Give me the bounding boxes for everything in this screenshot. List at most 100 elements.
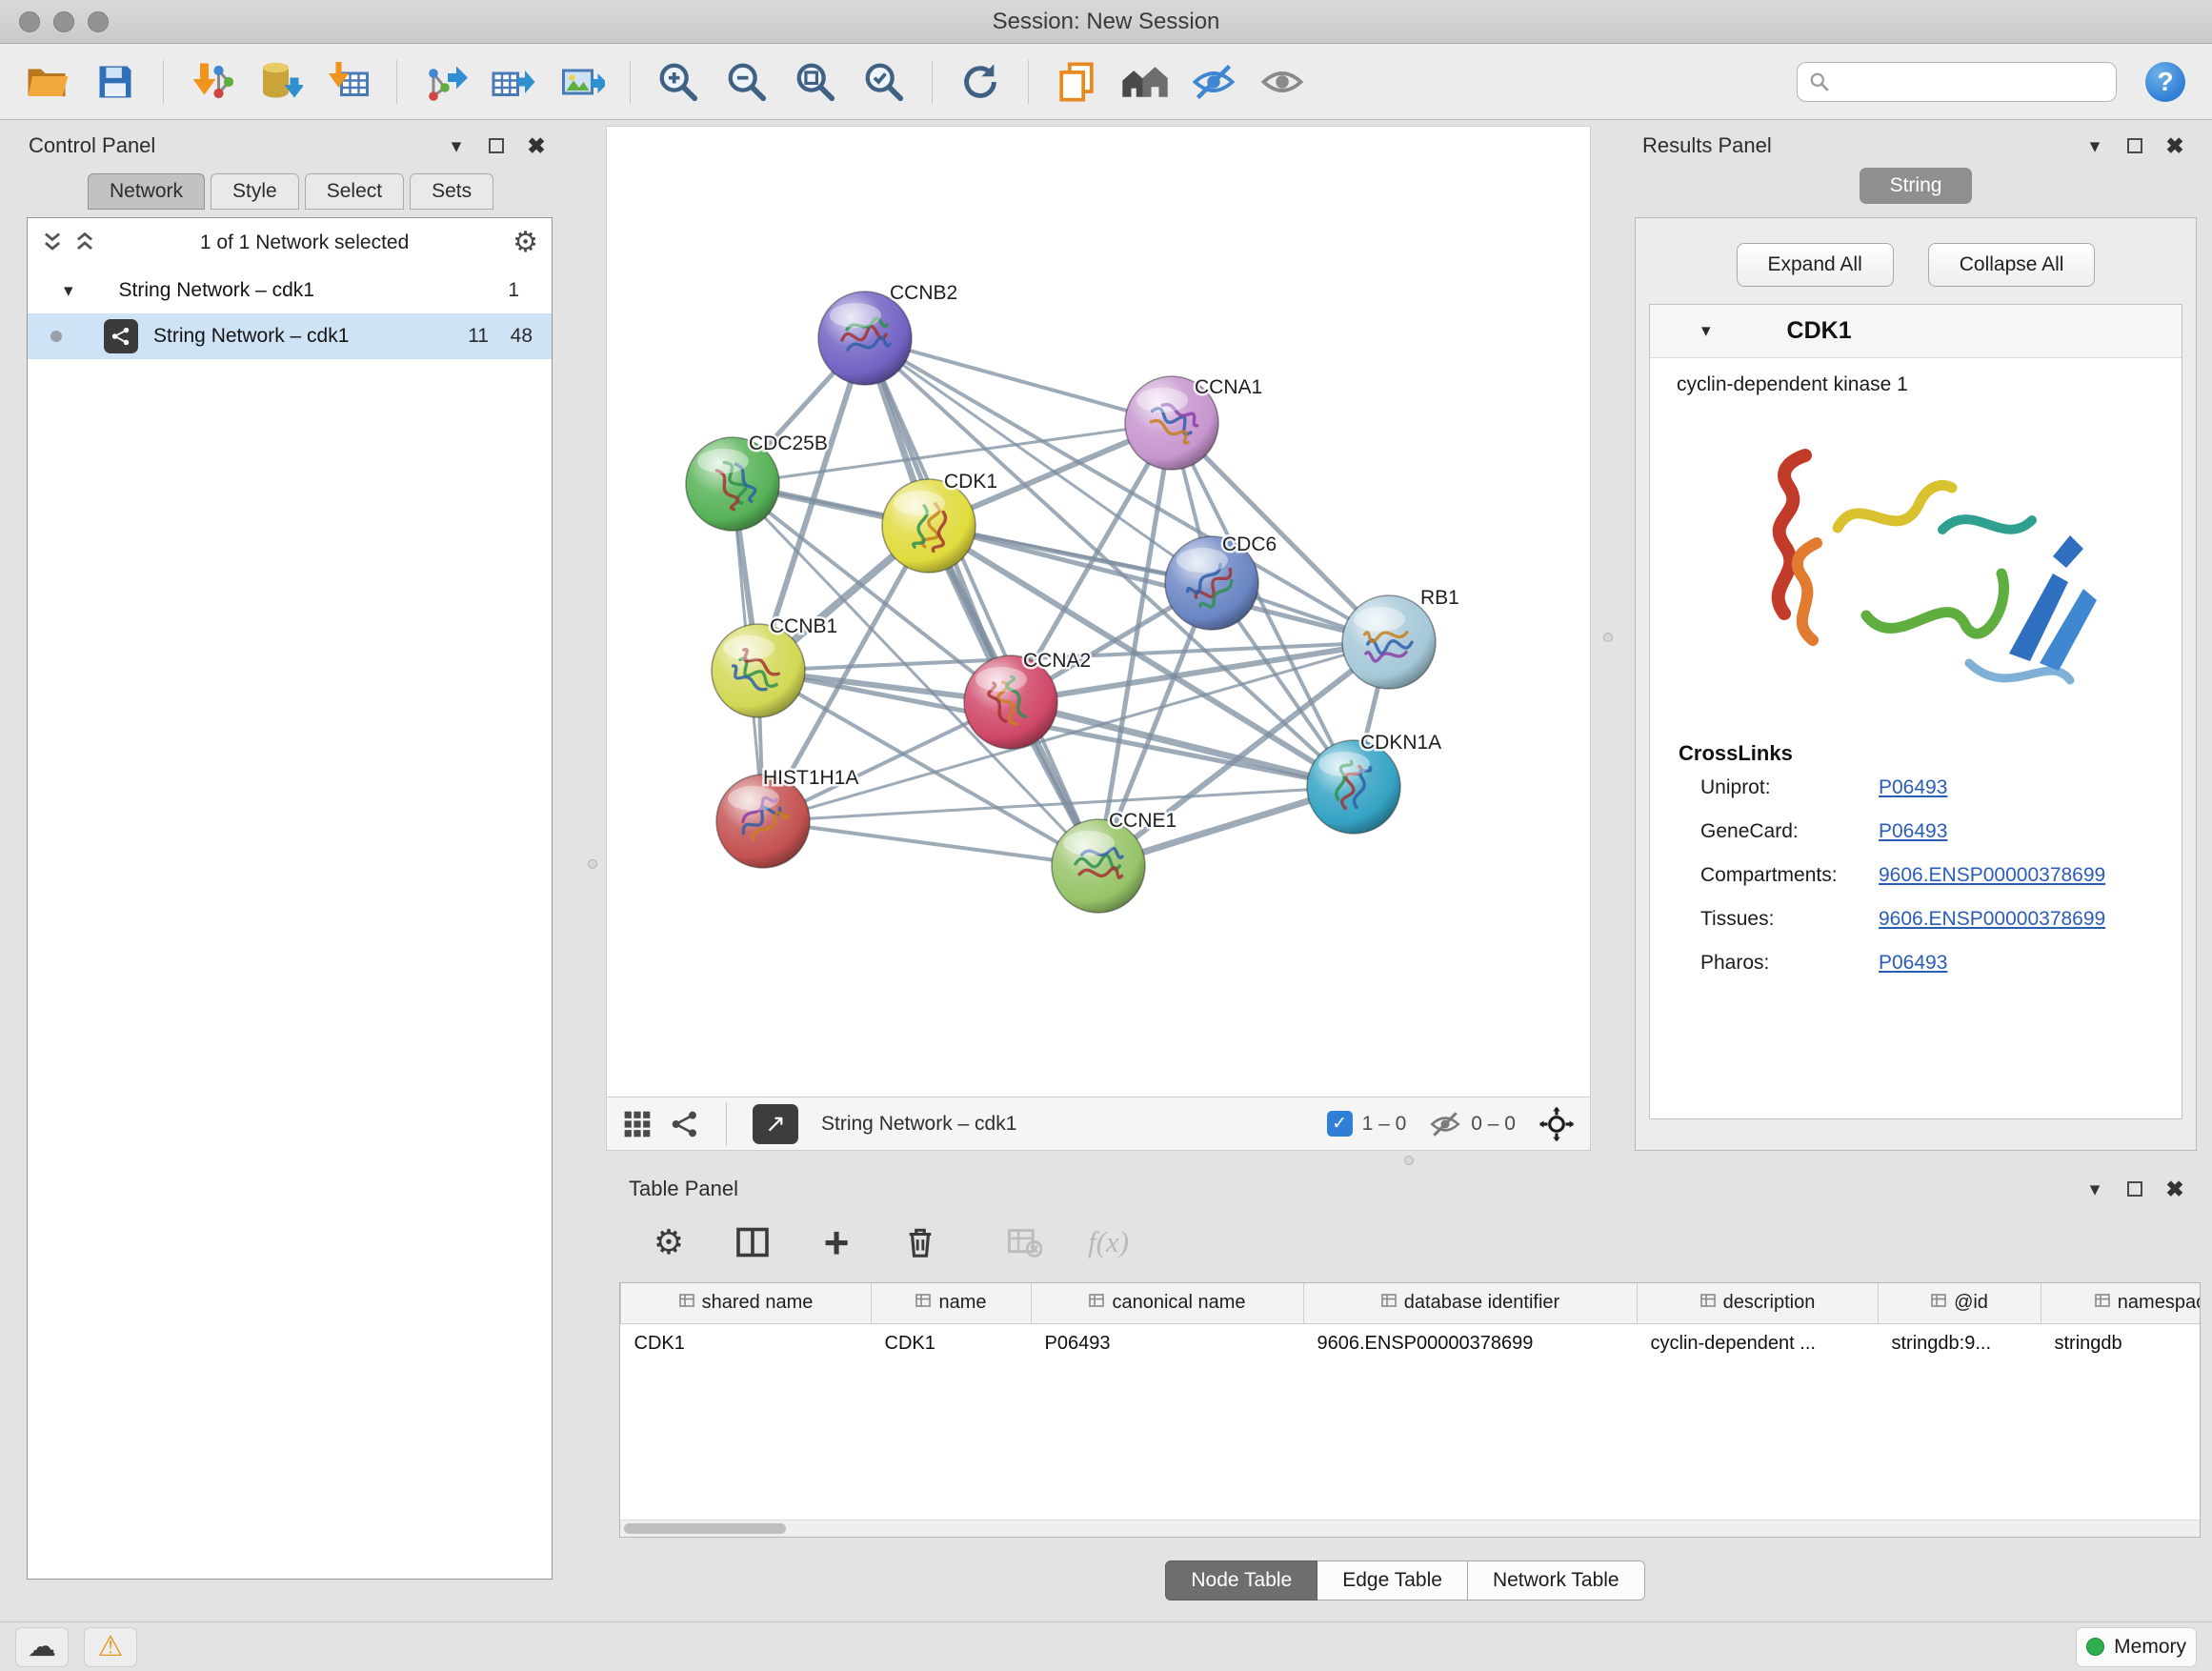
table-panel-menu-button[interactable]: ▾ (2081, 1175, 2109, 1203)
tab-sets[interactable]: Sets (410, 173, 493, 210)
export-view-button[interactable]: ↗ (753, 1104, 798, 1144)
results-panel-menu-button[interactable]: ▾ (2081, 131, 2109, 160)
tab-style[interactable]: Style (211, 173, 299, 210)
table-cell[interactable]: stringdb (2041, 1323, 2202, 1363)
collapse-all-icon[interactable] (41, 231, 64, 255)
import-network-database-button[interactable] (251, 52, 310, 111)
table-hscrollbar[interactable] (620, 1520, 2200, 1537)
import-network-file-button[interactable] (182, 52, 241, 111)
table-cell[interactable]: stringdb:9... (1879, 1323, 2041, 1363)
splitter-grip[interactable] (1404, 1156, 1414, 1165)
table-settings-button[interactable]: ⚙ (648, 1221, 690, 1263)
section-collapse-button[interactable]: ▾ (1701, 320, 1711, 342)
tab-network[interactable]: Network (88, 173, 205, 210)
save-session-button[interactable] (86, 52, 145, 111)
zoom-in-button[interactable] (649, 52, 708, 111)
table-panel-header: Table Panel ▾ ✖ (606, 1169, 2204, 1209)
table-cell[interactable]: CDK1 (872, 1323, 1032, 1363)
expand-all-icon[interactable] (73, 231, 96, 255)
show-graphics-button[interactable] (1253, 52, 1312, 111)
collapse-all-button[interactable]: Collapse All (1928, 243, 2096, 287)
tab-node-table[interactable]: Node Table (1165, 1560, 1317, 1601)
network-edge-CCNE1-HIST1H1A[interactable] (763, 821, 1098, 866)
center-view-crosshair-icon[interactable] (1538, 1106, 1575, 1142)
column-header-shared-name[interactable]: shared name (621, 1283, 872, 1323)
documents-icon (1055, 60, 1098, 104)
export-network-button[interactable] (415, 52, 474, 111)
table-cell[interactable]: cyclin-dependent ... (1638, 1323, 1879, 1363)
apply-layout-button[interactable] (951, 52, 1010, 111)
crosslink-tissues[interactable]: 9606.ENSP00000378699 (1879, 908, 2105, 931)
network-canvas[interactable]: CCNB2CCNA1CDC25BCDK1CDC6RB1CCNB1CCNA2CDK… (607, 127, 1590, 1097)
clear-table-button[interactable] (1004, 1221, 1046, 1263)
results-panel-float-button[interactable] (2121, 131, 2149, 160)
network-options-button[interactable]: ⚙ (513, 229, 538, 257)
results-panel-close-button[interactable]: ✖ (2161, 131, 2189, 160)
table-cell[interactable]: CDK1 (621, 1323, 872, 1363)
tab-select[interactable]: Select (305, 173, 404, 210)
selected-checkbox-icon[interactable]: ✓ (1327, 1111, 1353, 1137)
network-edge-CDK1-RB1[interactable] (929, 526, 1389, 642)
column-header--id[interactable]: @id (1879, 1283, 2041, 1323)
memory-button[interactable]: Memory (2076, 1627, 2197, 1667)
crosslink-genecard[interactable]: P06493 (1879, 820, 1947, 843)
string-home-button[interactable] (1116, 52, 1175, 111)
warnings-button[interactable]: ⚠ (84, 1627, 137, 1667)
table-row[interactable]: CDK1CDK1P064939606.ENSP00000378699cyclin… (621, 1323, 2202, 1363)
minimize-window-button[interactable] (53, 11, 74, 32)
network-node-CCNE1[interactable] (1052, 819, 1145, 913)
zoom-out-button[interactable] (717, 52, 776, 111)
control-panel-close-button[interactable]: ✖ (522, 131, 551, 160)
network-row[interactable]: String Network – cdk1 11 48 (28, 313, 552, 359)
help-button[interactable]: ? (2145, 62, 2185, 102)
zoom-fit-button[interactable] (786, 52, 845, 111)
crosslink-compartments[interactable]: 9606.ENSP00000378699 (1879, 864, 2105, 887)
results-panel-header: Results Panel ▾ ✖ (1627, 126, 2204, 166)
toggle-columns-button[interactable] (732, 1221, 774, 1263)
crosslink-uniprot[interactable]: P06493 (1879, 776, 1947, 799)
column-header-database-identifier[interactable]: database identifier (1304, 1283, 1638, 1323)
collection-row[interactable]: ▾ String Network – cdk1 1 (28, 268, 552, 313)
disclosure-triangle-icon[interactable]: ▾ (64, 280, 73, 302)
network-node-CCNB1[interactable] (712, 624, 805, 717)
table-panel-close-button[interactable]: ✖ (2161, 1175, 2189, 1203)
search-input[interactable] (1838, 70, 2104, 92)
export-image-button[interactable] (553, 52, 612, 111)
network-node-CDKN1A[interactable] (1307, 740, 1400, 834)
cloud-sync-button[interactable]: ☁ (15, 1627, 69, 1667)
column-header-name[interactable]: name (872, 1283, 1032, 1323)
expand-all-button[interactable]: Expand All (1737, 243, 1894, 287)
share-network-icon[interactable] (670, 1109, 700, 1139)
birdseye-grid-icon[interactable] (622, 1109, 653, 1139)
close-window-button[interactable] (19, 11, 40, 32)
add-column-button[interactable]: + (815, 1221, 857, 1263)
import-table-file-button[interactable] (319, 52, 378, 111)
column-header-namespace[interactable]: namespace (2041, 1283, 2202, 1323)
results-tab-string[interactable]: String (1860, 168, 1972, 204)
open-session-button[interactable] (17, 52, 76, 111)
column-header-canonical-name[interactable]: canonical name (1032, 1283, 1304, 1323)
tab-network-table[interactable]: Network Table (1468, 1560, 1645, 1601)
table-panel-float-button[interactable] (2121, 1175, 2149, 1203)
network-node-RB1[interactable] (1342, 595, 1436, 689)
session-documents-button[interactable] (1047, 52, 1106, 111)
table-cell[interactable]: 9606.ENSP00000378699 (1304, 1323, 1638, 1363)
network-node-CCNB2[interactable] (818, 292, 912, 385)
zoom-selected-button[interactable] (855, 52, 914, 111)
hscrollbar-thumb[interactable] (624, 1523, 786, 1534)
splitter-grip[interactable] (1603, 633, 1613, 642)
table-cell[interactable]: P06493 (1032, 1323, 1304, 1363)
tab-edge-table[interactable]: Edge Table (1317, 1560, 1468, 1601)
zoom-window-button[interactable] (88, 11, 109, 32)
column-header-description[interactable]: description (1638, 1283, 1879, 1323)
function-builder-button[interactable]: f(x) (1088, 1225, 1129, 1259)
network-edge-CCNB2-CCNE1[interactable] (865, 338, 1098, 866)
splitter-grip[interactable] (588, 859, 597, 869)
hide-graphics-button[interactable] (1184, 52, 1243, 111)
export-table-button[interactable] (484, 52, 543, 111)
network-node-CDK1[interactable] (882, 479, 975, 573)
crosslink-pharos[interactable]: P06493 (1879, 952, 1947, 975)
control-panel-float-button[interactable] (482, 131, 511, 160)
control-panel-menu-button[interactable]: ▾ (442, 131, 471, 160)
delete-column-button[interactable] (899, 1221, 941, 1263)
